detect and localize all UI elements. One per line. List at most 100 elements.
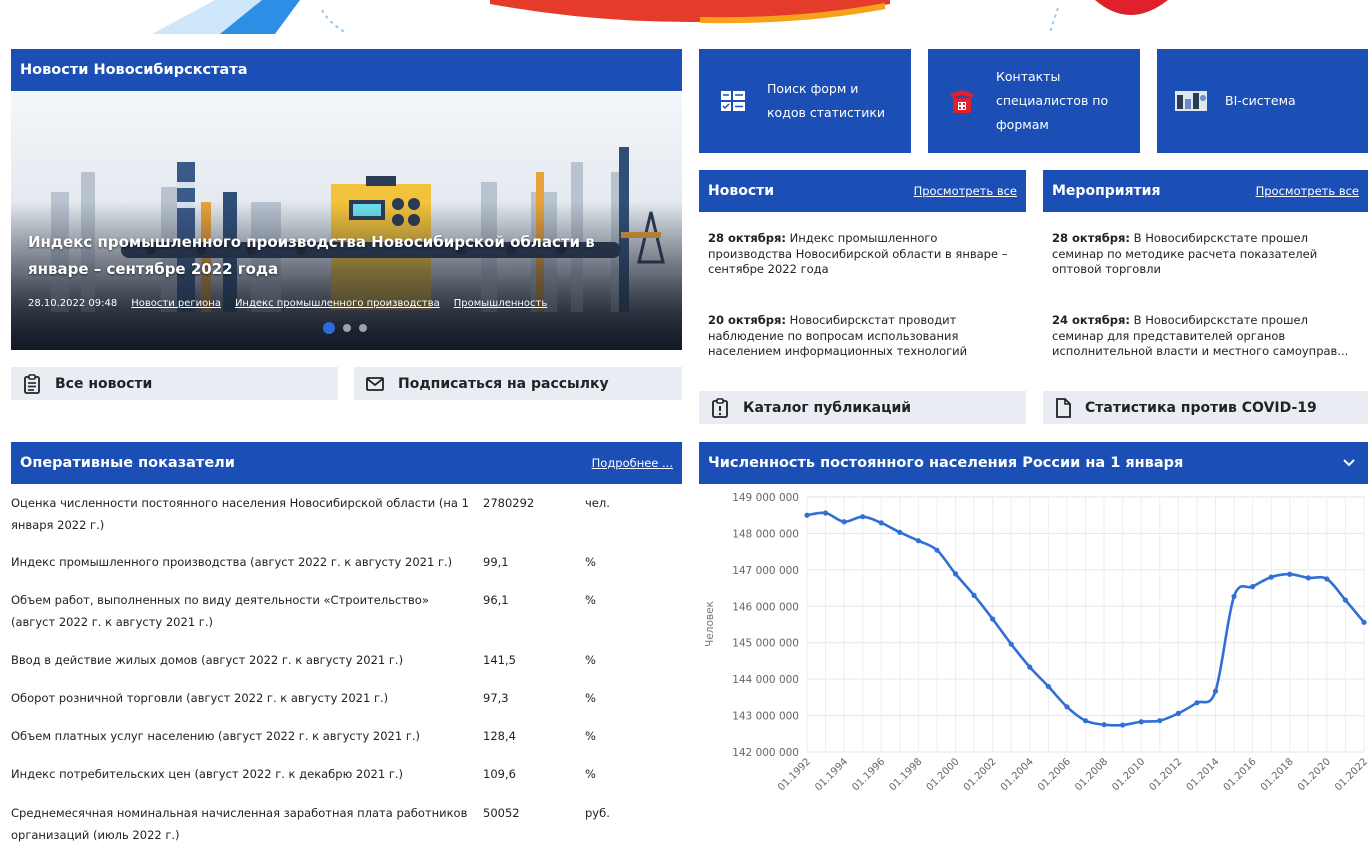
catalog-icon xyxy=(712,397,728,418)
data-point[interactable] xyxy=(1120,722,1126,728)
data-point[interactable] xyxy=(971,592,977,598)
data-point[interactable] xyxy=(1064,704,1070,710)
x-tick-label: 01.2012 xyxy=(1147,756,1184,793)
chevron-down-icon[interactable] xyxy=(1343,459,1355,467)
events-title: Мероприятия xyxy=(1052,183,1161,199)
data-point[interactable] xyxy=(1194,700,1200,706)
data-point[interactable] xyxy=(1027,664,1033,670)
slide-title[interactable]: Индекс промышленного производства Новоси… xyxy=(28,229,638,283)
data-point[interactable] xyxy=(915,538,921,544)
data-point[interactable] xyxy=(1324,576,1330,582)
indicator-value: 96,1 xyxy=(483,593,509,607)
x-tick-label: 01.2010 xyxy=(1110,756,1147,793)
indicator-unit: % xyxy=(585,653,596,667)
news-view-all-link[interactable]: Просмотреть все xyxy=(914,184,1017,198)
indicator-label: Среднемесячная номинальная начисленная з… xyxy=(11,806,468,842)
news-section-title: Новости Новосибирскстата xyxy=(20,62,248,78)
indicator-label: Оборот розничной торговли (август 2022 г… xyxy=(11,691,389,705)
data-point[interactable] xyxy=(1157,718,1163,724)
data-point[interactable] xyxy=(1268,574,1274,580)
top-banner-decoration xyxy=(152,0,1168,34)
news-item[interactable]: 20 октября: Новосибирскстат проводит наб… xyxy=(708,313,1020,360)
indicator-label: Ввод в действие жилых домов (август 2022… xyxy=(11,653,404,667)
indicator-label: Объем платных услуг населению (август 20… xyxy=(11,729,421,743)
indicator-label: Индекс потребительских цен (август 2022 … xyxy=(11,767,404,781)
data-point[interactable] xyxy=(1175,710,1181,716)
data-point[interactable] xyxy=(1287,571,1293,577)
events-view-all-link[interactable]: Просмотреть все xyxy=(1256,184,1359,198)
data-point[interactable] xyxy=(897,529,903,535)
indicators-more-link[interactable]: Подробнее ... xyxy=(592,456,673,470)
covid-statistics-button[interactable]: Статистика против COVID-19 xyxy=(1043,391,1368,424)
x-axis-ticks: 01.1992 01.1994 01.1996 01.1998 01.2000 01.20… xyxy=(776,756,1368,793)
y-tick-label: 144 000 000 xyxy=(732,674,799,686)
event-item-date: 24 октября: xyxy=(1052,313,1131,327)
slider-dot[interactable] xyxy=(359,324,367,332)
news-list-header: Новости Просмотреть все xyxy=(699,170,1026,212)
data-point[interactable] xyxy=(1250,584,1256,590)
slide-tag-link[interactable]: Новости региона xyxy=(131,298,221,309)
indicator-label: Оценка численности постоянного населения… xyxy=(11,496,469,532)
data-point[interactable] xyxy=(1342,597,1349,603)
data-point[interactable] xyxy=(1101,722,1107,728)
news-item[interactable]: 28 октября: Индекс промышленного произво… xyxy=(708,231,1020,278)
event-item[interactable]: 24 октября: В Новосибирскстате прошел се… xyxy=(1052,313,1362,360)
bi-system-tile[interactable]: BI-система xyxy=(1157,49,1368,153)
slider-dot[interactable] xyxy=(343,324,351,332)
data-point[interactable] xyxy=(804,512,810,518)
x-tick-label: 01.2008 xyxy=(1073,756,1110,793)
slide-tag-link[interactable]: Промышленность xyxy=(454,298,548,309)
data-point[interactable] xyxy=(878,520,884,526)
data-point[interactable] xyxy=(860,514,866,520)
envelope-icon xyxy=(366,376,384,391)
data-point[interactable] xyxy=(822,510,829,516)
indicator-value: 128,4 xyxy=(483,729,516,743)
publications-catalog-button[interactable]: Каталог публикаций xyxy=(699,391,1026,424)
slider-pagination xyxy=(323,322,367,334)
data-point[interactable] xyxy=(1045,683,1051,690)
data-point[interactable] xyxy=(1082,718,1089,724)
contacts-tile[interactable]: Контакты специалистов по формам xyxy=(928,49,1140,153)
y-tick-label: 142 000 000 xyxy=(732,747,799,759)
forms-search-tile[interactable]: Поиск форм и кодов статистики xyxy=(699,49,911,153)
news-slider[interactable]: Индекс промышленного производства Новоси… xyxy=(11,92,682,350)
data-point[interactable] xyxy=(1231,593,1237,600)
y-tick-label: 148 000 000 xyxy=(732,528,799,540)
data-point[interactable] xyxy=(1008,641,1014,647)
industry-illustration xyxy=(11,147,682,350)
all-news-label: Все новости xyxy=(55,375,153,392)
data-point[interactable] xyxy=(1138,719,1144,725)
chart-grid xyxy=(806,496,1365,753)
chart-header[interactable]: Численность постоянного населения России… xyxy=(699,442,1368,484)
data-point[interactable] xyxy=(990,616,996,622)
data-point[interactable] xyxy=(1361,619,1367,625)
x-tick-label: 01.2020 xyxy=(1296,756,1333,793)
data-point[interactable] xyxy=(952,571,959,577)
subscribe-button[interactable]: Подписаться на рассылку xyxy=(354,367,682,400)
indicator-value: 141,5 xyxy=(483,653,516,667)
indicator-unit: % xyxy=(585,555,596,569)
x-tick-label: 01.2000 xyxy=(925,756,962,793)
x-tick-label: 01.1998 xyxy=(887,756,924,793)
x-tick-label: 01.2014 xyxy=(1185,756,1222,793)
news-list-title: Новости xyxy=(708,183,775,199)
population-line-chart: 149 000 000 148 000 000 147 000 000 146 000… xyxy=(704,492,1368,793)
event-item[interactable]: 28 октября: В Новосибирскстате прошел се… xyxy=(1052,231,1362,278)
all-news-button[interactable]: Все новости xyxy=(11,367,338,400)
slider-dot-active[interactable] xyxy=(323,322,335,334)
x-tick-label: 01.1994 xyxy=(813,756,850,793)
event-item-date: 28 октября: xyxy=(1052,231,1131,245)
indicator-unit: % xyxy=(585,593,596,607)
data-point[interactable] xyxy=(1305,575,1311,581)
slide-tag-link[interactable]: Индекс промышленного производства xyxy=(235,298,440,309)
indicator-value: 50052 xyxy=(483,806,520,820)
publications-catalog-label: Каталог публикаций xyxy=(743,399,912,416)
telephone-icon xyxy=(950,90,974,113)
data-point[interactable] xyxy=(841,519,847,525)
indicator-label: Объем работ, выполненных по виду деятель… xyxy=(11,593,429,629)
data-point[interactable] xyxy=(1212,688,1219,694)
data-point[interactable] xyxy=(934,547,940,553)
indicator-unit: % xyxy=(585,691,596,705)
forms-search-label: Поиск форм и кодов статистики xyxy=(767,81,885,120)
slide-date: 28.10.2022 09:48 xyxy=(28,298,118,309)
